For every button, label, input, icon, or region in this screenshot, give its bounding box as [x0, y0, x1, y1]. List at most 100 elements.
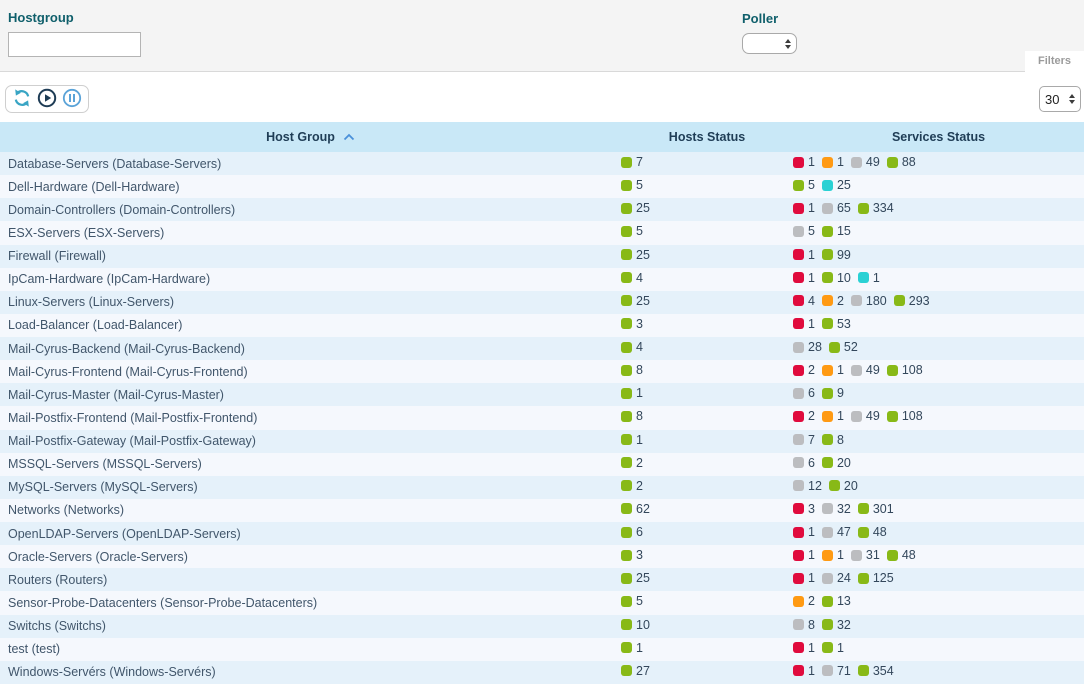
status-ok-badge[interactable]: 2	[621, 479, 643, 493]
status-critical-badge[interactable]: 4	[793, 294, 815, 308]
refresh-button[interactable]	[11, 88, 33, 110]
status-unknown-badge[interactable]: 47	[822, 525, 851, 539]
status-warning-badge[interactable]: 1	[822, 155, 844, 169]
status-ok-badge[interactable]: 27	[621, 664, 650, 678]
status-warning-badge[interactable]: 1	[822, 363, 844, 377]
status-ok-badge[interactable]: 125	[858, 571, 894, 585]
column-header-host-group[interactable]: Host Group	[0, 130, 621, 144]
pause-button[interactable]	[61, 88, 83, 110]
status-unknown-badge[interactable]: 24	[822, 571, 851, 585]
status-unknown-badge[interactable]: 65	[822, 201, 851, 215]
status-critical-badge[interactable]: 1	[793, 641, 815, 655]
hostgroup-name[interactable]: OpenLDAP-Servers (OpenLDAP-Servers)	[0, 527, 621, 541]
status-ok-badge[interactable]: 20	[829, 479, 858, 493]
status-critical-badge[interactable]: 1	[793, 317, 815, 331]
status-ok-badge[interactable]: 99	[822, 248, 851, 262]
status-ok-badge[interactable]: 25	[621, 248, 650, 262]
status-ok-badge[interactable]: 1	[621, 433, 643, 447]
status-ok-badge[interactable]: 10	[621, 618, 650, 632]
status-pending-badge[interactable]: 25	[822, 178, 851, 192]
status-critical-badge[interactable]: 1	[793, 571, 815, 585]
status-ok-badge[interactable]: 1	[621, 386, 643, 400]
status-ok-badge[interactable]: 5	[621, 178, 643, 192]
hostgroup-name[interactable]: Database-Servers (Database-Servers)	[0, 157, 621, 171]
status-unknown-badge[interactable]: 8	[793, 618, 815, 632]
page-size-select[interactable]: 30	[1039, 86, 1081, 112]
status-ok-badge[interactable]: 4	[621, 271, 643, 285]
hostgroup-name[interactable]: Firewall (Firewall)	[0, 249, 621, 263]
status-ok-badge[interactable]: 25	[621, 201, 650, 215]
status-ok-badge[interactable]: 1	[621, 641, 643, 655]
hostgroup-name[interactable]: Windows-Servérs (Windows-Servérs)	[0, 665, 621, 679]
status-ok-badge[interactable]: 20	[822, 456, 851, 470]
hostgroup-name[interactable]: Mail-Cyrus-Backend (Mail-Cyrus-Backend)	[0, 342, 621, 356]
status-ok-badge[interactable]: 5	[793, 178, 815, 192]
status-unknown-badge[interactable]: 31	[851, 548, 880, 562]
status-unknown-badge[interactable]: 180	[851, 294, 887, 308]
hostgroup-name[interactable]: IpCam-Hardware (IpCam-Hardware)	[0, 272, 621, 286]
status-ok-badge[interactable]: 13	[822, 594, 851, 608]
status-critical-badge[interactable]: 3	[793, 502, 815, 516]
status-critical-badge[interactable]: 1	[793, 248, 815, 262]
status-unknown-badge[interactable]: 71	[822, 664, 851, 678]
status-pending-badge[interactable]: 1	[858, 271, 880, 285]
status-critical-badge[interactable]: 1	[793, 201, 815, 215]
status-warning-badge[interactable]: 2	[793, 594, 815, 608]
hostgroup-name[interactable]: Mail-Cyrus-Master (Mail-Cyrus-Master)	[0, 388, 621, 402]
status-unknown-badge[interactable]: 12	[793, 479, 822, 493]
status-ok-badge[interactable]: 32	[822, 618, 851, 632]
status-ok-badge[interactable]: 8	[822, 433, 844, 447]
status-unknown-badge[interactable]: 5	[793, 224, 815, 238]
status-critical-badge[interactable]: 2	[793, 409, 815, 423]
status-ok-badge[interactable]: 6	[621, 525, 643, 539]
status-critical-badge[interactable]: 1	[793, 271, 815, 285]
status-critical-badge[interactable]: 1	[793, 548, 815, 562]
status-critical-badge[interactable]: 1	[793, 155, 815, 169]
hostgroup-name[interactable]: Mail-Postfix-Frontend (Mail-Postfix-Fron…	[0, 411, 621, 425]
status-ok-badge[interactable]: 108	[887, 363, 923, 377]
status-unknown-badge[interactable]: 7	[793, 433, 815, 447]
hostgroup-name[interactable]: MSSQL-Servers (MSSQL-Servers)	[0, 457, 621, 471]
status-ok-badge[interactable]: 10	[822, 271, 851, 285]
status-unknown-badge[interactable]: 6	[793, 386, 815, 400]
status-ok-badge[interactable]: 301	[858, 502, 894, 516]
status-unknown-badge[interactable]: 32	[822, 502, 851, 516]
status-unknown-badge[interactable]: 49	[851, 155, 880, 169]
hostgroup-name[interactable]: Domain-Controllers (Domain-Controllers)	[0, 203, 621, 217]
status-unknown-badge[interactable]: 49	[851, 409, 880, 423]
status-ok-badge[interactable]: 25	[621, 571, 650, 585]
status-ok-badge[interactable]: 4	[621, 340, 643, 354]
status-ok-badge[interactable]: 88	[887, 155, 916, 169]
status-warning-badge[interactable]: 1	[822, 548, 844, 562]
play-button[interactable]	[36, 88, 58, 110]
hostgroup-input[interactable]	[8, 32, 141, 57]
hostgroup-name[interactable]: test (test)	[0, 642, 621, 656]
status-ok-badge[interactable]: 1	[822, 641, 844, 655]
hostgroup-name[interactable]: ESX-Servers (ESX-Servers)	[0, 226, 621, 240]
hostgroup-name[interactable]: Dell-Hardware (Dell-Hardware)	[0, 180, 621, 194]
hostgroup-name[interactable]: Sensor-Probe-Datacenters (Sensor-Probe-D…	[0, 596, 621, 610]
hostgroup-name[interactable]: Linux-Servers (Linux-Servers)	[0, 295, 621, 309]
status-ok-badge[interactable]: 48	[887, 548, 916, 562]
status-ok-badge[interactable]: 52	[829, 340, 858, 354]
status-unknown-badge[interactable]: 6	[793, 456, 815, 470]
hostgroup-name[interactable]: Mail-Postfix-Gateway (Mail-Postfix-Gatew…	[0, 434, 621, 448]
hostgroup-name[interactable]: Oracle-Servers (Oracle-Servers)	[0, 550, 621, 564]
status-ok-badge[interactable]: 62	[621, 502, 650, 516]
status-ok-badge[interactable]: 48	[858, 525, 887, 539]
status-ok-badge[interactable]: 3	[621, 548, 643, 562]
hostgroup-name[interactable]: Mail-Cyrus-Frontend (Mail-Cyrus-Frontend…	[0, 365, 621, 379]
status-ok-badge[interactable]: 2	[621, 456, 643, 470]
status-ok-badge[interactable]: 8	[621, 363, 643, 377]
column-header-hosts-status[interactable]: Hosts Status	[621, 130, 793, 144]
status-ok-badge[interactable]: 5	[621, 224, 643, 238]
filters-tab[interactable]: Filters	[1025, 51, 1084, 72]
status-warning-badge[interactable]: 1	[822, 409, 844, 423]
status-ok-badge[interactable]: 8	[621, 409, 643, 423]
status-ok-badge[interactable]: 9	[822, 386, 844, 400]
status-ok-badge[interactable]: 3	[621, 317, 643, 331]
status-critical-badge[interactable]: 1	[793, 664, 815, 678]
hostgroup-name[interactable]: MySQL-Servers (MySQL-Servers)	[0, 480, 621, 494]
status-ok-badge[interactable]: 108	[887, 409, 923, 423]
status-ok-badge[interactable]: 15	[822, 224, 851, 238]
